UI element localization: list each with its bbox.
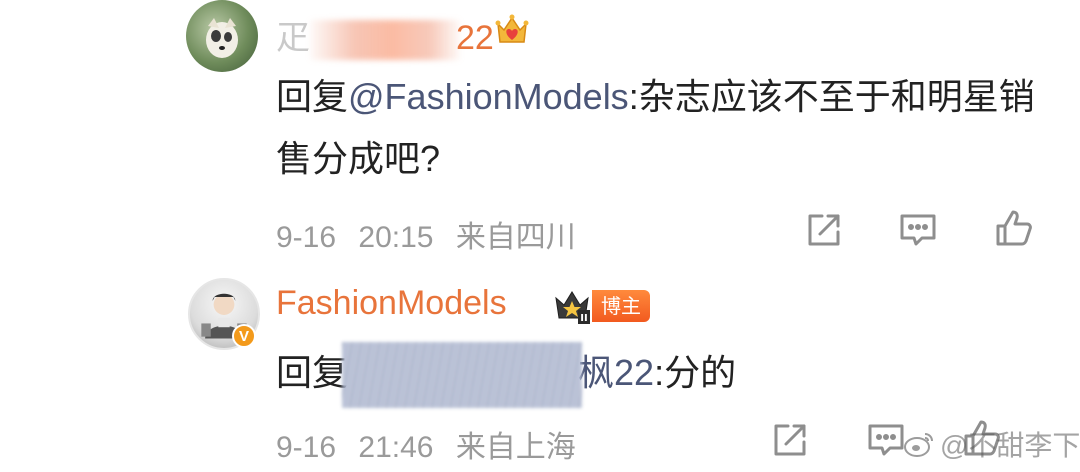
weibo-comment-thread: 疋 22 回复@FashionModels:杂志应该不至于和明星销售分成吧? 9-… xyxy=(0,0,1080,472)
comment-text: 回复@FashionModels:杂志应该不至于和明星销售分成吧? xyxy=(276,76,1035,179)
avatar[interactable] xyxy=(186,0,258,72)
thumbs-up-icon[interactable] xyxy=(994,208,1034,248)
comment-meta: 9-16 21:46 来自上海 xyxy=(276,422,576,466)
share-icon[interactable] xyxy=(770,420,810,460)
weibo-logo-icon xyxy=(904,433,933,457)
username[interactable]: 疋 22 xyxy=(276,10,494,61)
verified-v-icon: V xyxy=(232,324,256,348)
watermark: @不甜李下 xyxy=(904,424,1080,464)
share-icon[interactable] xyxy=(804,210,844,250)
comment-time: 21:46 xyxy=(358,431,434,464)
mention-link[interactable]: @FashionModels xyxy=(348,76,629,117)
blogger-badge: 博主 xyxy=(592,290,650,322)
comment-location: 来自四川 xyxy=(455,221,576,254)
comment-icon[interactable] xyxy=(898,210,938,250)
comment-icon[interactable] xyxy=(866,420,906,460)
comment-time: 20:15 xyxy=(358,221,434,254)
svg-text:II: II xyxy=(580,313,587,324)
comment-meta: 9-16 20:15 来自四川 xyxy=(276,212,576,256)
blurred-mention-mask xyxy=(342,342,583,409)
comment-location: 来自上海 xyxy=(455,431,576,464)
username[interactable]: FashionModels xyxy=(276,284,507,323)
comment-item: 疋 22 回复@FashionModels:杂志应该不至于和明星销售分成吧? 9-… xyxy=(0,0,1080,262)
comment-text: 回复 枫22:分的 xyxy=(276,342,1056,409)
comment-date: 9-16 xyxy=(276,221,337,254)
mention-link[interactable]: 枫22 xyxy=(578,352,654,393)
watermark-text: @不甜李下 xyxy=(940,430,1080,461)
crown-level-ii-icon: II xyxy=(552,286,592,326)
blurred-username-mask xyxy=(310,20,460,61)
crown-heart-badge-icon xyxy=(492,10,532,50)
comment-date: 9-16 xyxy=(276,431,337,464)
